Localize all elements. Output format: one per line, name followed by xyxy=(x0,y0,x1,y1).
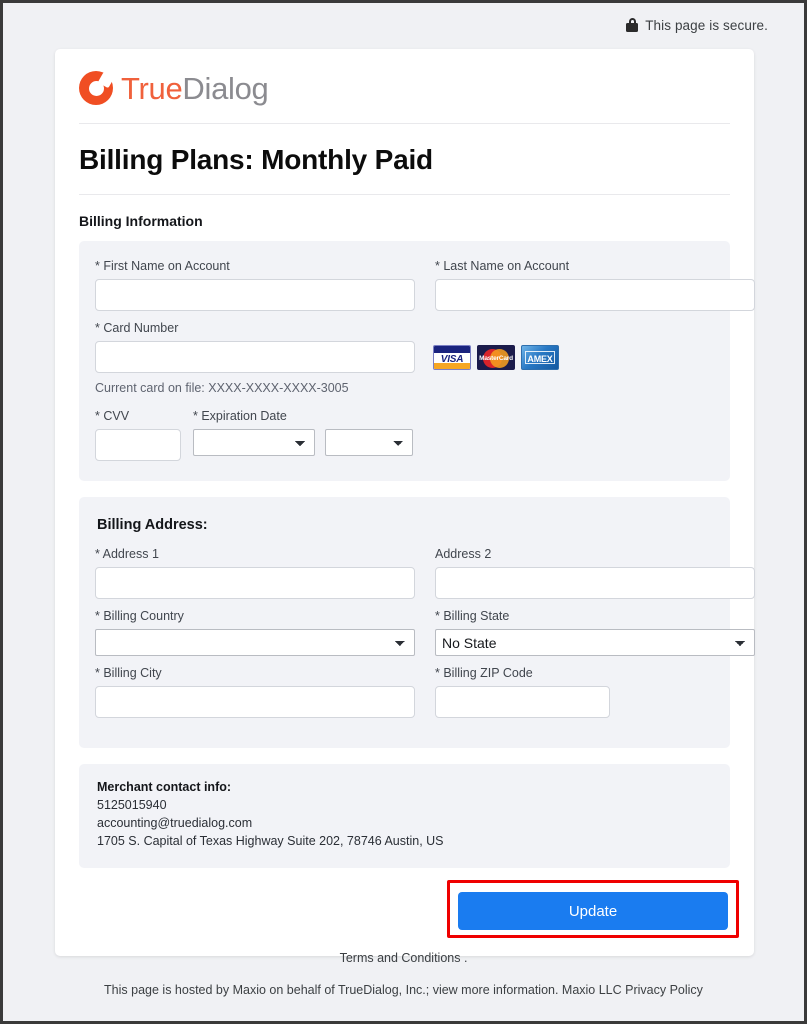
merchant-contact-info: Merchant contact info: 5125015940 accoun… xyxy=(79,764,730,869)
mastercard-card-icon: MasterCard xyxy=(477,345,515,370)
last-name-input[interactable] xyxy=(435,279,755,311)
brand-wordmark-true: True xyxy=(121,70,183,106)
form-actions: Update xyxy=(79,880,739,939)
brand-header: TrueDialog xyxy=(79,49,730,124)
billing-address-heading: Billing Address: xyxy=(97,517,208,533)
update-button[interactable]: Update xyxy=(458,892,728,931)
page-title: Billing Plans: Monthly Paid xyxy=(79,124,730,195)
last-name-field-group: * Last Name on Account xyxy=(435,259,755,311)
cvv-field-group: * CVV xyxy=(95,409,181,461)
amex-card-icon: AMEX xyxy=(521,345,559,370)
accepted-card-brands: VISA MasterCard AMEX xyxy=(433,345,559,373)
billing-country-field-group: * Billing Country xyxy=(95,609,415,656)
billing-address-panel: Billing Address: * Address 1 Address 2 *… xyxy=(79,497,755,748)
cvv-expiration-row: * CVV * Expiration Date xyxy=(95,409,714,461)
first-name-label: * First Name on Account xyxy=(95,259,230,273)
expiration-field-group: * Expiration Date xyxy=(193,409,413,456)
card-number-field-group: * Card Number VISA MasterCard AMEX xyxy=(95,321,714,373)
brand-wordmark-dialog: Dialog xyxy=(182,70,269,106)
card-number-input-wrap xyxy=(95,341,415,373)
cvv-label: * CVV xyxy=(95,409,130,423)
visa-card-icon: VISA xyxy=(433,345,471,370)
card-number-input[interactable] xyxy=(95,341,415,373)
address2-input[interactable] xyxy=(435,567,755,599)
billing-zip-input[interactable] xyxy=(435,686,610,718)
expiration-selects xyxy=(193,429,413,456)
billing-zip-field-group: * Billing ZIP Code xyxy=(435,666,755,718)
expiration-year-select[interactable] xyxy=(325,429,413,456)
truedialog-circle-logo-icon xyxy=(79,71,115,105)
name-row: * First Name on Account * Last Name on A… xyxy=(95,259,755,311)
billing-country-label: * Billing Country xyxy=(95,609,184,623)
brand-wordmark: TrueDialog xyxy=(121,70,269,106)
current-card-on-file: Current card on file: XXXX-XXXX-XXXX-300… xyxy=(95,381,349,395)
hosted-by-notice: This page is hosted by Maxio on behalf o… xyxy=(104,983,703,997)
billing-city-label: * Billing City xyxy=(95,666,162,680)
expiration-date-label: * Expiration Date xyxy=(193,409,287,423)
lock-icon xyxy=(626,18,639,32)
secure-label: This page is secure. xyxy=(645,17,768,33)
card-number-row: VISA MasterCard AMEX xyxy=(95,341,714,373)
merchant-phone: 5125015940 xyxy=(97,798,167,812)
billing-city-field-group: * Billing City xyxy=(95,666,415,718)
address1-label: * Address 1 xyxy=(95,547,159,561)
city-zip-row: * Billing City * Billing ZIP Code xyxy=(95,666,714,718)
cvv-input[interactable] xyxy=(95,429,181,461)
billing-country-select[interactable] xyxy=(95,629,415,656)
address2-label: Address 2 xyxy=(435,547,492,561)
billing-information-panel: * First Name on Account * Last Name on A… xyxy=(79,241,755,481)
billing-card: TrueDialog Billing Plans: Monthly Paid B… xyxy=(55,49,755,957)
merchant-address: 1705 S. Capital of Texas Highway Suite 2… xyxy=(97,834,444,849)
browser-window: This page is secure. TrueDialog Billing … xyxy=(0,0,807,1024)
expiration-month-select[interactable] xyxy=(193,429,315,456)
first-name-field-group: * First Name on Account xyxy=(95,259,415,311)
address-row: * Address 1 Address 2 xyxy=(95,547,755,599)
billing-state-field-group: * Billing State No State xyxy=(435,609,755,656)
billing-zip-label: * Billing ZIP Code xyxy=(435,666,533,680)
last-name-label: * Last Name on Account xyxy=(435,259,570,273)
billing-city-input[interactable] xyxy=(95,686,415,718)
billing-information-heading: Billing Information xyxy=(79,213,203,229)
terms-and-conditions-link[interactable]: Terms and Conditions . xyxy=(3,951,804,965)
billing-state-select[interactable]: No State xyxy=(435,629,755,656)
country-state-row: * Billing Country * Billing State No Sta… xyxy=(95,609,755,656)
address1-input[interactable] xyxy=(95,567,415,599)
billing-state-label: * Billing State xyxy=(435,609,510,623)
address2-field-group: Address 2 xyxy=(435,547,755,599)
merchant-contact-title: Merchant contact info: xyxy=(97,780,232,794)
address1-field-group: * Address 1 xyxy=(95,547,415,599)
merchant-email: accounting@truedialog.com xyxy=(97,816,253,831)
secure-indicator-bar: This page is secure. xyxy=(3,3,804,47)
first-name-input[interactable] xyxy=(95,279,415,311)
card-number-label: * Card Number xyxy=(95,321,179,335)
